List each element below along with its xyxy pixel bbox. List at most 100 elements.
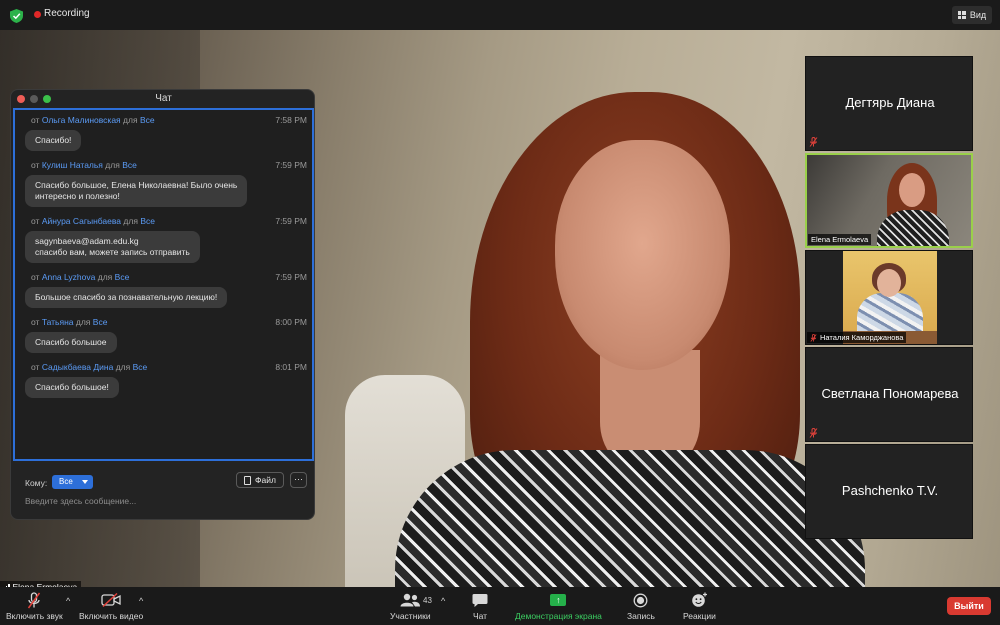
participant-tile[interactable]: Светлана Пономарева — [805, 347, 973, 442]
message-header: от Садыкбаева Дина для Все 8:01 PM — [31, 361, 307, 373]
message-prefix: от — [31, 317, 40, 327]
chat-window[interactable]: Чат от Ольга Малиновская для Все 7:58 PM… — [10, 89, 315, 520]
chat-button[interactable]: Чат — [472, 591, 488, 623]
message-for: для — [97, 272, 113, 282]
share-screen-button[interactable]: ↑ Демонстрация экрана — [515, 591, 602, 623]
video-off-icon — [101, 591, 121, 609]
message-for: для — [105, 160, 120, 170]
speaker-face — [555, 140, 730, 370]
share-screen-label: Демонстрация экрана — [515, 611, 602, 621]
record-label: Запись — [627, 611, 655, 621]
message-header: от Anna Lyzhova для Все 7:59 PM — [31, 271, 307, 283]
message-sender[interactable]: Кулиш Наталья — [42, 160, 103, 170]
message-target[interactable]: Все — [93, 317, 108, 327]
recipient-select[interactable]: Все — [52, 475, 93, 489]
audio-options-chevron-icon[interactable]: ^ — [66, 596, 70, 606]
participant-tile[interactable]: Наталия Каморджанова — [805, 250, 973, 345]
message-target[interactable]: Все — [122, 160, 137, 170]
smiley-plus-icon — [691, 591, 708, 609]
message-target[interactable]: Все — [115, 272, 130, 282]
message-text: Спасибо большое — [35, 337, 107, 347]
participant-tile[interactable]: Дегтярь Диана — [805, 56, 973, 151]
message-text: Спасибо! — [35, 135, 72, 145]
message-time: 8:00 PM — [275, 317, 307, 327]
start-video-label: Включить видео — [79, 611, 144, 621]
participant-video — [843, 251, 937, 344]
message-target[interactable]: Все — [140, 115, 155, 125]
participants-options-chevron-icon[interactable]: ^ — [441, 596, 445, 606]
message-header: от Айнура Сагынбаева для Все 7:59 PM — [31, 215, 307, 227]
participant-name: Elena Ermolaeva — [811, 235, 869, 244]
message-for: для — [123, 115, 138, 125]
message-header: от Татьяна для Все 8:00 PM — [31, 316, 307, 328]
message-text: интересно и полезно! — [35, 191, 120, 201]
participant-video-shirt — [877, 210, 949, 246]
message-sender[interactable]: Ольга Малиновская — [42, 115, 121, 125]
message-time: 7:59 PM — [275, 216, 307, 226]
more-options-button[interactable]: ··· — [290, 472, 307, 488]
participants-icon — [399, 591, 421, 609]
message-for: для — [115, 362, 131, 372]
participants-count: 43 — [423, 596, 432, 605]
message-bubble[interactable]: Спасибо большое, Елена Николаевна! Было … — [25, 175, 248, 207]
message-text: Большое спасибо за познавательную лекцию… — [35, 292, 218, 302]
muted-mic-icon — [809, 137, 818, 147]
muted-mic-icon — [810, 333, 817, 342]
recording-dot-icon — [34, 11, 41, 18]
message-target[interactable]: Все — [140, 216, 155, 226]
message-sender[interactable]: Айнура Сагынбаева — [42, 216, 121, 226]
message-time: 7:58 PM — [275, 115, 307, 125]
message-bubble[interactable]: sagynbaeva@adam.edu.kg спасибо вам, може… — [25, 231, 200, 263]
message-target[interactable]: Все — [133, 362, 148, 372]
message-bubble[interactable]: Большое спасибо за познавательную лекцию… — [25, 287, 228, 308]
participant-name: Светлана Пономарева — [821, 386, 959, 401]
message-text: sagynbaeva@adam.edu.kg — [35, 236, 139, 246]
message-bubble[interactable]: Спасибо большое — [25, 332, 117, 353]
record-button[interactable]: Запись — [627, 591, 655, 623]
participant-name-tag: Elena Ermolaeva — [808, 234, 872, 245]
chat-label: Чат — [472, 611, 488, 621]
chat-bubble-icon — [472, 591, 488, 609]
share-screen-icon: ↑ — [550, 591, 567, 609]
leave-meeting-button[interactable]: Выйти — [947, 597, 991, 615]
message-time: 7:59 PM — [275, 272, 307, 282]
file-button[interactable]: Файл — [236, 472, 284, 488]
view-label: Вид — [969, 10, 987, 20]
message-sender[interactable]: Anna Lyzhova — [42, 272, 96, 282]
unmute-button[interactable]: Включить звук — [6, 591, 63, 623]
participants-label: Участники — [390, 611, 431, 621]
shield-check-icon[interactable] — [10, 9, 23, 23]
message-sender[interactable]: Садыкбаева Дина — [42, 362, 114, 372]
message-header: от Кулиш Наталья для Все 7:59 PM — [31, 159, 307, 171]
message-bubble[interactable]: Спасибо! — [25, 130, 82, 151]
message-bubble[interactable]: Спасибо большое! — [25, 377, 119, 398]
chevron-down-icon — [82, 480, 88, 484]
message-sender[interactable]: Татьяна — [42, 317, 74, 327]
participant-video-face — [899, 173, 925, 207]
meeting-toolbar: Включить звук ^ Включить видео ^ Участни… — [0, 587, 1000, 625]
video-options-chevron-icon[interactable]: ^ — [139, 596, 143, 606]
participant-name: Наталия Каморджанова — [820, 333, 904, 342]
chat-title: Чат — [155, 93, 172, 104]
participant-name: Дегтярь Диана — [845, 95, 935, 110]
unmute-label: Включить звук — [6, 611, 63, 621]
view-button[interactable]: Вид — [952, 6, 992, 24]
message-header: от Ольга Малиновская для Все 7:58 PM — [31, 114, 307, 126]
message-for: для — [123, 216, 138, 226]
start-video-button[interactable]: Включить видео — [79, 591, 143, 623]
muted-mic-icon — [27, 591, 41, 609]
message-prefix: от — [31, 362, 40, 372]
top-bar: Recording Вид — [0, 0, 1000, 30]
message-text: Спасибо большое! — [35, 382, 109, 392]
message-prefix: от — [31, 115, 40, 125]
chat-message-list[interactable]: от Ольга Малиновская для Все 7:58 PM Спа… — [13, 108, 314, 461]
message-input[interactable] — [25, 494, 295, 508]
message-prefix: от — [31, 160, 40, 170]
message-time: 7:59 PM — [275, 160, 307, 170]
participant-name-tag: Наталия Каморджанова — [807, 332, 907, 343]
recipient-value: Все — [59, 477, 73, 486]
message-text: спасибо вам, можете запись отправить — [35, 247, 190, 257]
participant-tile-active-speaker[interactable]: Elena Ermolaeva — [805, 153, 973, 248]
reactions-button[interactable]: Реакции — [683, 591, 716, 623]
participant-tile[interactable]: Pashchenko T.V. — [805, 444, 973, 539]
